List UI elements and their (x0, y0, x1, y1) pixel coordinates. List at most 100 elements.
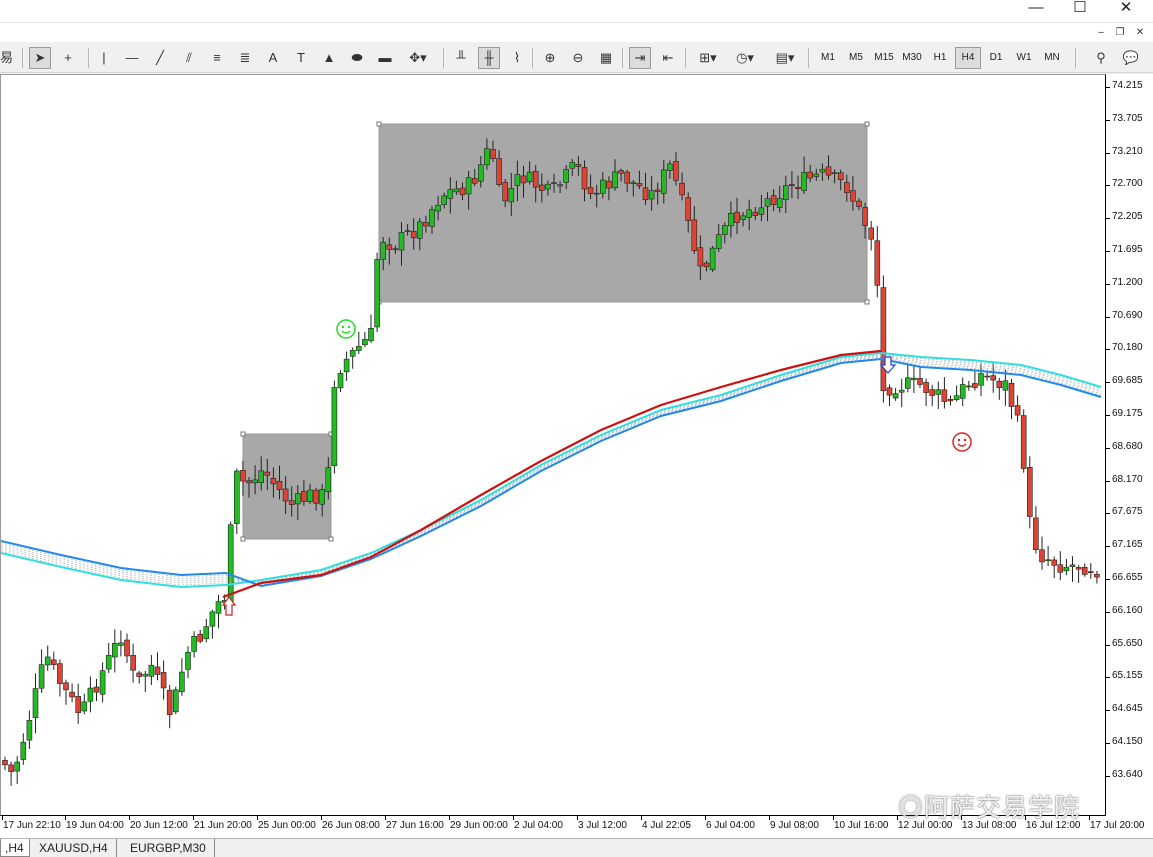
timeframe-d1[interactable]: D1 (983, 47, 1009, 69)
bull-candle (911, 377, 917, 381)
maximize-button[interactable]: ☐ (1060, 0, 1100, 20)
indicators-dropdown-icon[interactable]: ⊞▾ (692, 47, 724, 69)
price-label: 74.215 (1112, 80, 1143, 91)
chart-minimize-icon[interactable]: ‒ (1094, 26, 1108, 39)
bear-candle (581, 167, 588, 190)
bear-candle (807, 171, 814, 179)
ma-band-fill (1, 354, 1102, 584)
bear-candle (551, 182, 557, 185)
timeframe-m15[interactable]: M15 (871, 47, 897, 69)
chart-close-icon[interactable]: ✕ (1133, 26, 1147, 39)
bull-candle (545, 183, 551, 190)
bull-candle (813, 173, 820, 177)
bear-candle (856, 200, 862, 207)
ma-band-fill (1, 353, 1102, 586)
bear-candle (752, 211, 759, 217)
toolbar-separator (532, 48, 533, 68)
crosshair-icon[interactable]: + (57, 47, 79, 69)
price-label: 73.210 (1112, 145, 1143, 157)
ma-line-cyan (1, 351, 1102, 589)
vertical-line-icon[interactable]: | (93, 47, 115, 69)
bear-candle (850, 190, 856, 202)
minimize-button[interactable]: — (1016, 0, 1056, 20)
candlestick-chart-icon[interactable]: ╫ (478, 47, 500, 69)
bull-candle (234, 470, 240, 524)
bull-candle (435, 204, 441, 212)
price-label: 66.160 (1112, 604, 1143, 616)
bar-chart-icon[interactable]: ╨ (450, 47, 472, 69)
bear-candle (154, 666, 161, 675)
bull-candle (20, 741, 27, 760)
search-icon[interactable]: ⚲ (1090, 47, 1112, 69)
templates-dropdown-icon[interactable]: ▤▾ (768, 47, 802, 69)
bull-candle (258, 470, 265, 483)
bear-candle (301, 491, 307, 502)
equidistant-channel-icon[interactable]: ⫽ (178, 47, 200, 69)
autoscroll-icon[interactable]: ⇥ (629, 47, 651, 69)
arrows-dropdown-icon[interactable]: ✥▾ (402, 47, 434, 69)
tab-eurgbp[interactable]: EURGBP,M30 (122, 839, 215, 857)
timeframe-mn[interactable]: MN (1039, 47, 1065, 69)
trendline-icon[interactable]: ╱ (149, 47, 171, 69)
time-label: 4 Jul 22:05 (642, 820, 691, 831)
price-tick (1106, 611, 1110, 613)
bear-candle (270, 477, 277, 485)
price-tick (1106, 579, 1110, 580)
tab-current-chart[interactable]: ,H4 (0, 839, 30, 857)
fibonacci-retracement-icon[interactable]: ≡ (206, 47, 228, 69)
timeframe-w1[interactable]: W1 (1011, 47, 1037, 69)
zoom-in-icon[interactable]: ⊕ (539, 47, 561, 69)
horizontal-line-icon[interactable]: — (121, 47, 143, 69)
timeframe-h4[interactable]: H4 (955, 47, 981, 69)
bear-candle (410, 230, 417, 239)
bull-candle (416, 221, 423, 239)
bear-candle (843, 182, 850, 194)
bear-candle (532, 171, 539, 188)
zoom-out-icon[interactable]: ⊖ (567, 47, 589, 69)
triangle-icon[interactable]: ▲ (318, 47, 340, 69)
bull-candle (112, 642, 118, 658)
bull-candle (514, 174, 521, 186)
tile-windows-icon[interactable]: ▦ (595, 47, 617, 69)
periods-dropdown-icon[interactable]: ◷▾ (729, 47, 761, 69)
bear-candle (8, 764, 14, 772)
line-chart-icon[interactable]: ⌇ (506, 47, 528, 69)
chart-shift-icon[interactable]: ⇤ (657, 47, 679, 69)
text-label-icon[interactable]: T (290, 47, 312, 69)
chart-canvas[interactable] (1, 75, 1106, 816)
title-bar: — ☐ ✕ (0, 0, 1153, 22)
bull-candle (599, 179, 606, 194)
bull-candle (746, 209, 753, 218)
close-button[interactable]: ✕ (1106, 0, 1146, 20)
price-chart[interactable] (0, 74, 1106, 816)
chat-icon[interactable]: 💬 (1120, 47, 1142, 69)
timeframe-h1[interactable]: H1 (927, 47, 953, 69)
timeframe-m1[interactable]: M1 (815, 47, 841, 69)
bear-candle (160, 672, 167, 689)
fibonacci-fan-icon[interactable]: ≣ (234, 47, 256, 69)
tab-xauusd[interactable]: XAUUSD,H4 (31, 839, 117, 857)
price-tick (1106, 152, 1110, 154)
text-icon[interactable]: A (262, 47, 284, 69)
bear-candle (288, 500, 295, 505)
chart-restore-icon[interactable]: ❐ (1113, 26, 1127, 39)
bull-candle (87, 687, 94, 702)
timeframe-m30[interactable]: M30 (899, 47, 925, 69)
timeframe-m5[interactable]: M5 (843, 47, 869, 69)
time-label: 10 Jul 16:00 (834, 820, 889, 831)
bear-candle (57, 663, 63, 684)
bear-candle (697, 247, 704, 267)
price-tick (1106, 316, 1110, 318)
price-tick (1106, 251, 1110, 252)
consolidation-box (242, 433, 332, 540)
bear-candle (685, 197, 692, 221)
ellipse-icon[interactable]: ⬬ (346, 47, 368, 69)
bear-candle (197, 633, 203, 642)
cursor-icon[interactable]: ➤ (29, 47, 51, 69)
buy-smiley-icon-eye (347, 325, 351, 329)
price-axis[interactable]: 74.215 73.705 73.210 72.700 72.205 71.695 71.2… (1106, 74, 1153, 816)
bear-candle (996, 380, 1003, 388)
rectangle-icon[interactable]: ▬ (374, 47, 396, 69)
bull-candle (935, 389, 942, 395)
bull-candle (831, 172, 838, 175)
